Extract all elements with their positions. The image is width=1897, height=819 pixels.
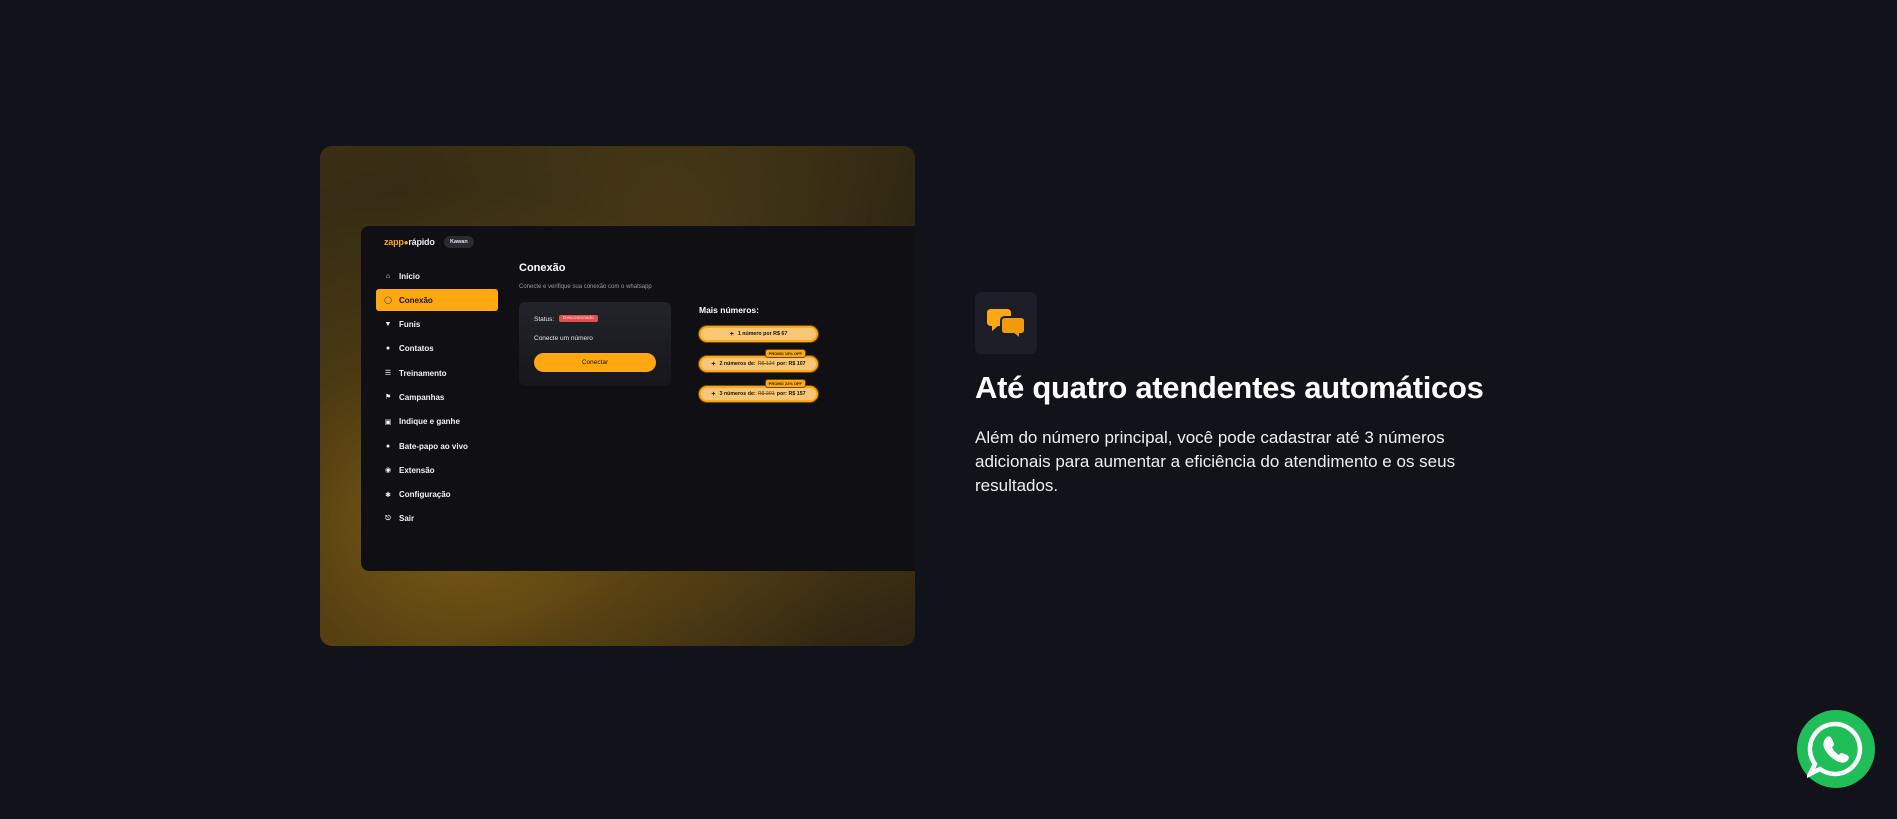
sidebar-item-sair[interactable]: ⎋ Sair xyxy=(376,508,498,530)
button-label-prefix: 2 números de: xyxy=(719,361,756,367)
extension-icon: ◉ xyxy=(384,467,392,475)
button-label-suffix: por: R$ 157 xyxy=(776,391,806,397)
feature-title: Até quatro atendentes automáticos xyxy=(975,370,1484,405)
logo-text-zapp: zapp xyxy=(384,237,404,247)
sidebar-item-conexao[interactable]: ◯ Conexão xyxy=(376,289,498,312)
promo-badge: PROMO 22% OFF xyxy=(764,379,806,388)
old-price: R$ 134 xyxy=(757,361,775,367)
sidebar-item-label: Extensão xyxy=(399,465,435,475)
page-subtitle: Conecte e verifique sua conexão com o wh… xyxy=(519,284,652,290)
sidebar-item-indique[interactable]: ▣ Indique e ganhe xyxy=(376,411,498,433)
connect-button[interactable]: Conectar xyxy=(534,353,656,372)
sidebar-item-configuracao[interactable]: ✱ Configuração xyxy=(376,484,498,506)
add-3-numbers-button[interactable]: PROMO 22% OFF + 3 números de: R$ 201 por… xyxy=(699,379,818,402)
sidebar-item-label: Bate-papo ao vivo xyxy=(399,441,468,451)
promo-badge: PROMO 15% OFF xyxy=(764,349,806,358)
zapp-rapido-logo[interactable]: zapp●rápido xyxy=(384,237,435,247)
button-label: 1 número por R$ 67 xyxy=(737,331,788,337)
sidebar-item-label: Indique e ganhe xyxy=(399,417,460,427)
sidebar-item-treinamento[interactable]: ☰ Treinamento xyxy=(376,362,498,384)
sidebar-item-label: Sair xyxy=(399,514,415,524)
button-label-prefix: 3 números de: xyxy=(719,391,756,397)
sidebar-item-label: Conexão xyxy=(399,295,433,305)
add-1-number-button[interactable]: + 1 número por R$ 67 xyxy=(699,326,818,342)
sidebar-item-label: Funis xyxy=(399,320,421,330)
sidebar-item-contatos[interactable]: ● Contatos xyxy=(376,338,498,360)
sidebar-item-label: Início xyxy=(399,271,420,281)
flag-icon: ⚑ xyxy=(384,394,392,402)
training-icon: ☰ xyxy=(384,370,392,378)
chat-bubbles-icon xyxy=(975,292,1037,354)
page-title: Conexão xyxy=(519,262,566,274)
sidebar-item-label: Contatos xyxy=(399,344,434,354)
plus-icon: + xyxy=(729,330,734,338)
status-badge: Desconectado xyxy=(559,315,598,322)
sidebar-item-extensao[interactable]: ◉ Extensão xyxy=(376,459,498,481)
more-numbers-title: Mais números: xyxy=(699,305,759,315)
sidebar-item-campanhas[interactable]: ⚑ Campanhas xyxy=(376,386,498,408)
sidebar-item-label: Treinamento xyxy=(399,368,447,378)
app-window: zapp●rápido Kawan ⌂ Início ◯ Conexão ▼ Funi… xyxy=(361,226,915,571)
status-label: Status: xyxy=(534,316,555,323)
chat-icon: ● xyxy=(385,442,391,450)
connect-prompt: Conecte um número xyxy=(534,335,593,342)
logo-text-rapido: rápido xyxy=(408,237,435,247)
sidebar-item-label: Campanhas xyxy=(399,392,445,402)
users-icon: ● xyxy=(385,345,391,353)
whatsapp-icon: ◯ xyxy=(384,297,392,305)
home-icon: ⌂ xyxy=(385,272,391,280)
gear-icon: ✱ xyxy=(385,491,391,499)
app-screenshot-showcase: zapp●rápido Kawan ⌂ Início ◯ Conexão ▼ Funi… xyxy=(320,146,915,646)
user-pill[interactable]: Kawan xyxy=(444,236,474,248)
sidebar-item-funis[interactable]: ▼ Funis xyxy=(376,314,498,336)
gift-icon: ▣ xyxy=(384,418,392,426)
sidebar: ⌂ Início ◯ Conexão ▼ Funis ● Contatos ☰ Trein… xyxy=(376,265,498,532)
sidebar-item-bate-papo[interactable]: ● Bate-papo ao vivo xyxy=(376,435,498,457)
button-label-suffix: por: R$ 107 xyxy=(776,361,806,367)
filter-icon: ▼ xyxy=(384,321,392,329)
plus-icon: + xyxy=(711,390,716,398)
connection-status-card: Status: Desconectado Conecte um número C… xyxy=(519,302,671,386)
plus-icon: + xyxy=(711,360,716,368)
sidebar-item-label: Configuração xyxy=(399,490,451,500)
whatsapp-chat-button[interactable] xyxy=(1797,710,1875,788)
logout-icon: ⎋ xyxy=(385,514,391,522)
whatsapp-icon xyxy=(1807,721,1863,778)
feature-description: Além do número principal, você pode cada… xyxy=(975,428,1456,495)
sidebar-item-inicio[interactable]: ⌂ Início xyxy=(376,265,498,287)
add-2-numbers-button[interactable]: PROMO 15% OFF + 2 números de: R$ 134 por… xyxy=(699,349,818,372)
old-price: R$ 201 xyxy=(757,391,775,397)
